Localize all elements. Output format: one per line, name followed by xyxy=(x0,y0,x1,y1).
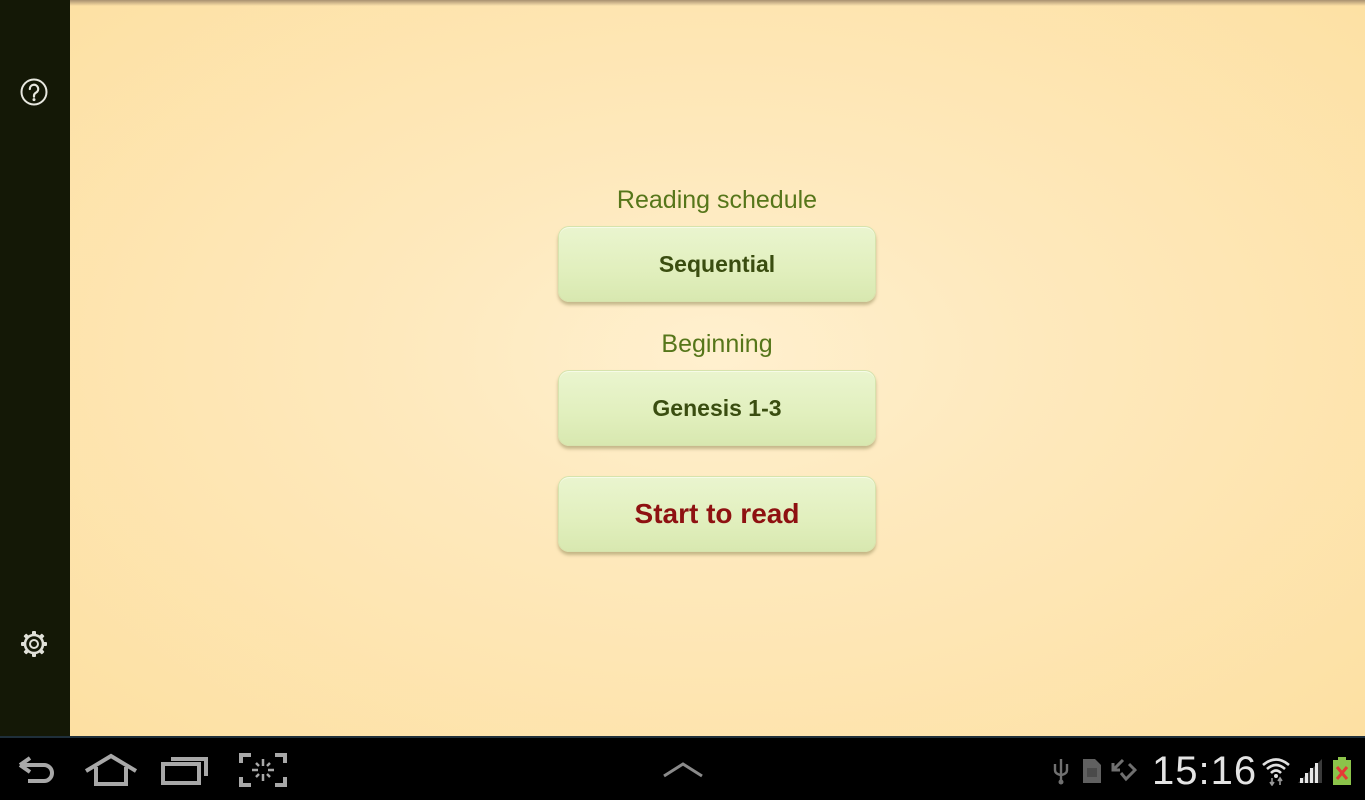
question-circle-icon xyxy=(20,78,48,106)
sidebar xyxy=(0,0,70,736)
recent-apps-button[interactable] xyxy=(160,750,210,790)
back-button[interactable] xyxy=(14,750,62,790)
clock: 15:16 xyxy=(1152,749,1258,793)
system-bar: 15:16 xyxy=(0,736,1365,800)
recent-apps-icon xyxy=(161,757,208,785)
gear-icon xyxy=(21,631,47,657)
battery-status xyxy=(1331,756,1353,786)
reading-setup-panel: Reading schedule Sequential Beginning Ge… xyxy=(558,180,876,552)
settings-button[interactable] xyxy=(19,629,49,659)
sd-card-icon xyxy=(1083,759,1101,783)
usb-icon xyxy=(1053,759,1069,785)
usb-status xyxy=(1051,756,1071,786)
signal-status xyxy=(1296,756,1324,786)
wifi-icon xyxy=(1262,758,1290,786)
signal-icon xyxy=(1298,759,1322,783)
screenshot-icon xyxy=(239,753,287,787)
chevron-up-icon xyxy=(663,762,703,778)
start-to-read-button[interactable]: Start to read xyxy=(558,476,876,552)
reading-schedule-label: Reading schedule xyxy=(616,186,818,214)
reading-schedule-button[interactable]: Sequential xyxy=(558,226,876,302)
main-content: Reading schedule Sequential Beginning Ge… xyxy=(70,0,1365,736)
home-icon xyxy=(84,753,138,786)
screenshot-button[interactable] xyxy=(238,750,288,790)
menu-up-button[interactable] xyxy=(660,750,706,790)
beginning-button[interactable]: Genesis 1-3 xyxy=(558,370,876,446)
wifi-status xyxy=(1261,756,1291,786)
sync-status xyxy=(1109,756,1139,786)
battery-icon xyxy=(1333,757,1351,785)
sd-card-status xyxy=(1081,756,1103,786)
beginning-label: Beginning xyxy=(661,330,773,358)
home-button[interactable] xyxy=(84,750,138,790)
back-icon xyxy=(18,756,54,783)
sync-icon xyxy=(1111,758,1138,782)
help-button[interactable] xyxy=(19,77,49,107)
